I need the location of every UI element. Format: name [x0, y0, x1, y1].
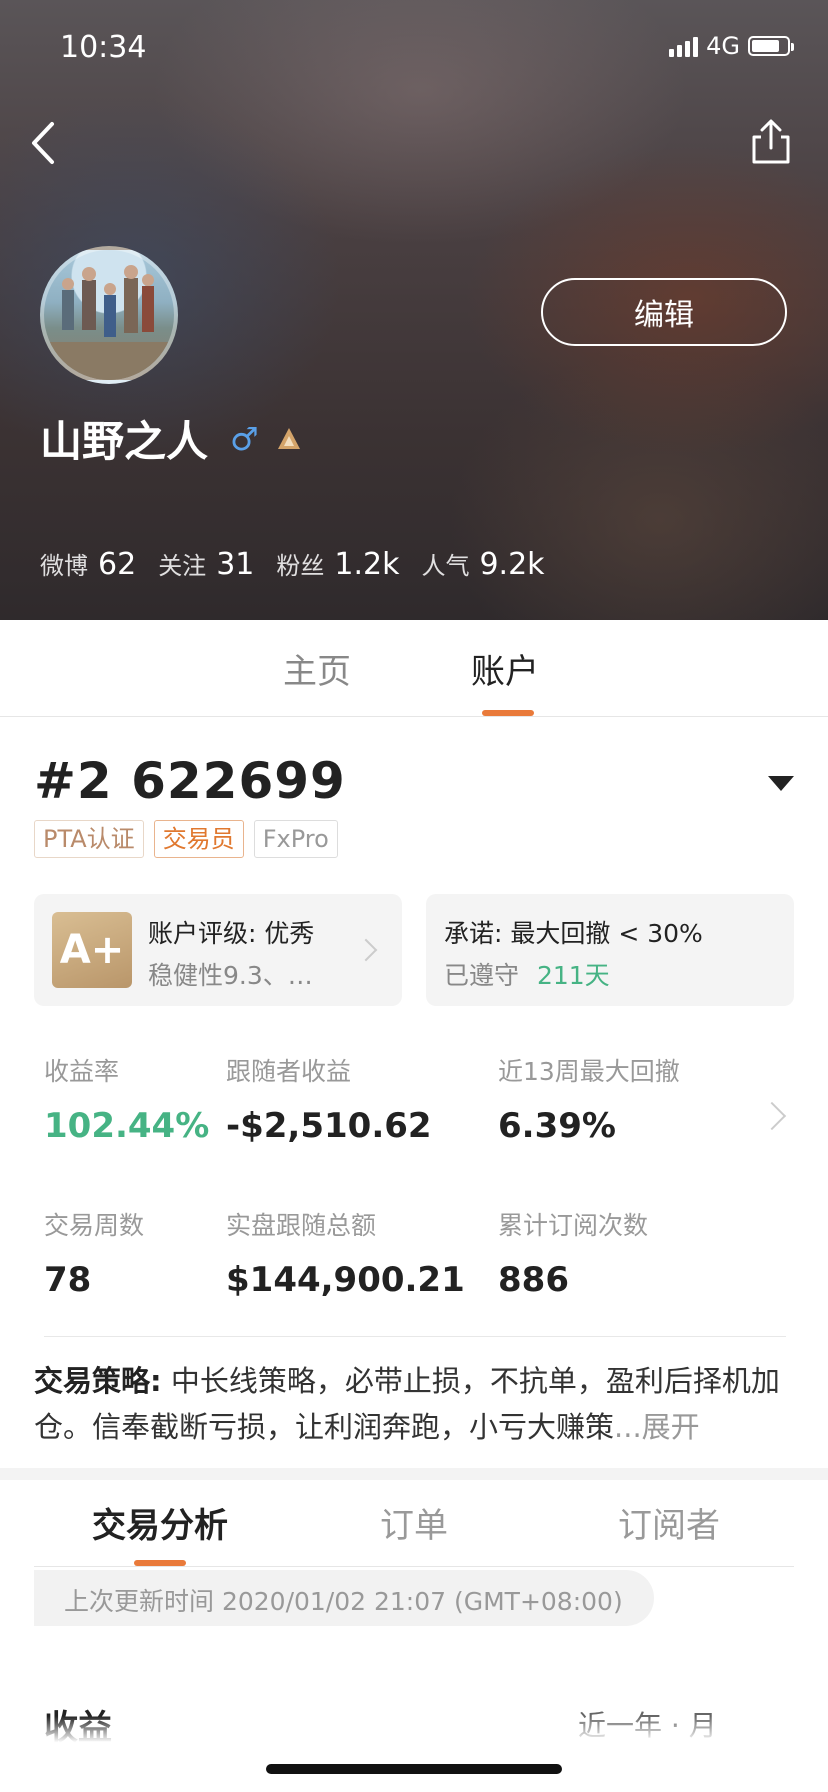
- promise-card: 承诺: 最大回撤 < 30% 已遵守 211天: [426, 894, 794, 1006]
- promise-kept-days: 211天: [536, 961, 610, 990]
- stat-posts[interactable]: 微博 62: [40, 546, 136, 582]
- status-time: 10:34: [60, 30, 147, 65]
- update-time-text: 上次更新时间 2020/01/02 21:07 (GMT+08:00): [64, 1587, 623, 1616]
- grade-badge: A+: [52, 912, 132, 988]
- stat-following[interactable]: 关注 31: [158, 546, 254, 582]
- metric-value-max-drawdown: 6.39%: [498, 1106, 616, 1146]
- stat-value: 1.2k: [334, 547, 400, 582]
- chevron-left-icon: [32, 122, 54, 164]
- username-row: 山野之人 ♂: [40, 408, 303, 469]
- tab-home[interactable]: 主页: [283, 644, 351, 693]
- tab-orders[interactable]: 订单: [380, 1498, 448, 1547]
- rank-badge-icon: [277, 427, 300, 449]
- signal-icon: [669, 35, 699, 57]
- avatar[interactable]: [40, 246, 178, 384]
- tab-trade-analysis[interactable]: 交易分析: [92, 1498, 228, 1547]
- profile-tabs: 主页 账户: [0, 620, 828, 717]
- avatar-photo: [44, 265, 174, 380]
- metric-label-trade-weeks: 交易周数: [44, 1211, 145, 1240]
- rating-title: 账户评级: 优秀: [148, 919, 315, 948]
- strategy-label: 交易策略:: [34, 1364, 162, 1398]
- metric-value-return: 102.44%: [44, 1106, 210, 1146]
- stat-popularity[interactable]: 人气 9.2k: [421, 546, 544, 582]
- stat-value: 62: [98, 547, 137, 582]
- metric-label-follow-total: 实盘跟随总额: [226, 1211, 377, 1240]
- tag-trader: 交易员: [153, 820, 244, 858]
- strategy-expand-link[interactable]: ...展开: [614, 1410, 700, 1444]
- stat-label: 微博: [40, 552, 88, 580]
- tab-subscribers[interactable]: 订阅者: [618, 1498, 720, 1547]
- chevron-right-icon: [354, 938, 378, 962]
- metric-value-follow-total: $144,900.21: [226, 1260, 465, 1300]
- account-tags: PTA认证 交易员 FxPro: [34, 820, 338, 858]
- trading-strategy: 交易策略: 中长线策略，必带止损，不抗单，盈利后择机加仓。信奉截断亏损，让利润奔…: [34, 1358, 794, 1450]
- rating-subtitle: 稳健性9.3、…: [148, 961, 313, 990]
- metric-label-subscriptions: 累计订阅次数: [498, 1211, 649, 1240]
- metric-value-follower-profit: -$2,510.62: [226, 1106, 432, 1146]
- metric-label-return: 收益率: [44, 1057, 120, 1086]
- tab-active-indicator: [482, 710, 534, 716]
- section-separator: [0, 1468, 828, 1480]
- bottom-fade: [0, 1716, 828, 1792]
- divider: [34, 1566, 794, 1567]
- analysis-tabs: 交易分析 订单 订阅者: [0, 1480, 828, 1568]
- username: 山野之人: [40, 417, 209, 466]
- stat-value: 9.2k: [479, 547, 545, 582]
- account-id: #2 622699: [34, 752, 346, 810]
- account-dropdown-caret-icon[interactable]: [768, 776, 794, 791]
- stat-followers[interactable]: 粉丝 1.2k: [276, 546, 399, 582]
- male-gender-icon: ♂: [230, 419, 259, 458]
- metric-value-trade-weeks: 78: [44, 1260, 92, 1300]
- promise-kept: 已遵守 211天: [444, 956, 610, 992]
- stat-label: 关注: [158, 552, 207, 580]
- share-button[interactable]: [750, 118, 792, 168]
- divider: [44, 1336, 786, 1337]
- tag-broker: FxPro: [253, 820, 338, 858]
- stat-label: 粉丝: [276, 552, 325, 580]
- home-indicator[interactable]: [266, 1764, 562, 1774]
- metric-label-max-drawdown: 近13周最大回撤: [498, 1057, 680, 1086]
- metric-value-subscriptions: 886: [498, 1260, 569, 1300]
- stat-label: 人气: [421, 552, 470, 580]
- profile-stats: 微博 62 关注 31 粉丝 1.2k 人气 9.2k: [40, 546, 567, 582]
- profile-header: 10:34 4G 编辑 山野之人 ♂ 微博 62 关注 31 粉丝 1.2k 人…: [0, 0, 828, 620]
- metrics-more-chevron-icon[interactable]: [757, 1101, 787, 1131]
- share-icon: [752, 119, 790, 164]
- tab-account[interactable]: 账户: [471, 644, 539, 693]
- back-button[interactable]: [26, 118, 66, 168]
- metric-label-follower-profit: 跟随者收益: [226, 1057, 352, 1086]
- stat-value: 31: [216, 547, 255, 582]
- battery-icon: [748, 36, 794, 56]
- promise-title: 承诺: 最大回撤 < 30%: [444, 919, 703, 948]
- update-time-bar: 上次更新时间 2020/01/02 21:07 (GMT+08:00): [34, 1570, 654, 1626]
- tag-pta-certified: PTA认证: [34, 820, 144, 858]
- edit-profile-button[interactable]: 编辑: [541, 278, 787, 346]
- promise-kept-prefix: 已遵守: [444, 961, 520, 990]
- account-rating-card[interactable]: A+ 账户评级: 优秀 稳健性9.3、…: [34, 894, 402, 1006]
- network-type: 4G: [706, 32, 740, 60]
- status-indicators: 4G: [669, 32, 794, 60]
